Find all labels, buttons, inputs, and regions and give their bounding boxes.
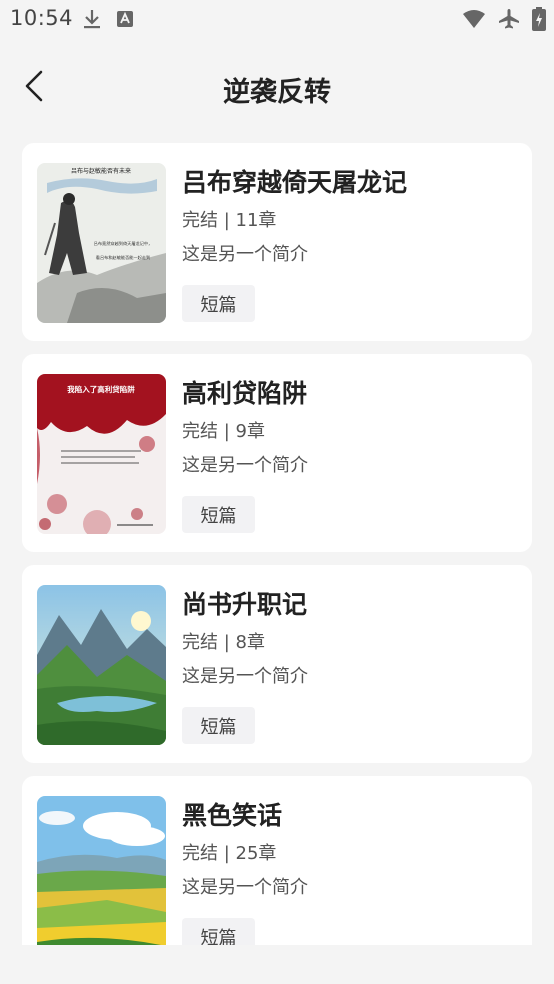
book-cover <box>37 796 166 945</box>
battery-charging-icon <box>532 7 546 31</box>
svg-text:吕布竟然穿越到倚天屠龙记中，: 吕布竟然穿越到倚天屠龙记中， <box>94 240 153 247</box>
book-title[interactable]: 尚书升职记 <box>182 585 307 621</box>
book-meta: 完结 | 25章 <box>182 843 277 864</box>
book-cover: 我陷入了高利贷陷阱 <box>37 374 166 534</box>
book-description: 这是另一个简介 <box>182 666 308 687</box>
book-meta: 完结 | 11章 <box>182 210 277 231</box>
book-meta: 完结 | 8章 <box>182 632 265 653</box>
book-title[interactable]: 黑色笑话 <box>182 796 282 832</box>
genre-tag[interactable]: 短篇 <box>182 496 255 533</box>
blood-splatter-cover: 我陷入了高利贷陷阱 <box>37 374 166 534</box>
wifi-icon <box>462 9 486 29</box>
book-list[interactable]: 吕布与赵敏能否有未来 吕布竟然穿越到倚天屠龙记中， 看吕布和赵敏能否能一起走到 … <box>22 143 532 945</box>
book-title[interactable]: 高利贷陷阱 <box>182 374 307 410</box>
book-card[interactable]: 尚书升职记 完结 | 8章 这是另一个简介 短篇 <box>22 565 532 763</box>
book-title[interactable]: 吕布穿越倚天屠龙记 <box>182 163 407 199</box>
app-bar: 逆袭反转 <box>0 56 554 116</box>
book-description: 这是另一个简介 <box>182 455 308 476</box>
airplane-mode-icon <box>498 8 520 30</box>
download-icon <box>82 8 102 30</box>
book-meta: 完结 | 9章 <box>182 421 265 442</box>
book-description: 这是另一个简介 <box>182 244 308 265</box>
book-cover: 吕布与赵敏能否有未来 吕布竟然穿越到倚天屠龙记中， 看吕布和赵敏能否能一起走到 <box>37 163 166 323</box>
book-card[interactable]: 黑色笑话 完结 | 25章 这是另一个简介 短篇 <box>22 776 532 945</box>
svg-text:看吕布和赵敏能否能一起走到: 看吕布和赵敏能否能一起走到 <box>96 254 150 261</box>
genre-tag[interactable]: 短篇 <box>182 707 255 744</box>
mountain-lake-cover <box>37 585 166 745</box>
svg-text:吕布与赵敏能否有未来: 吕布与赵敏能否有未来 <box>71 167 131 175</box>
book-card[interactable]: 我陷入了高利贷陷阱 高利贷陷阱 完结 | 9章 这是另一个简介 短篇 <box>22 354 532 552</box>
status-time: 10:54 <box>10 6 74 30</box>
book-description: 这是另一个简介 <box>182 877 308 898</box>
genre-tag[interactable]: 短篇 <box>182 285 255 322</box>
svg-text:我陷入了高利贷陷阱: 我陷入了高利贷陷阱 <box>67 384 135 394</box>
genre-tag[interactable]: 短篇 <box>182 918 255 945</box>
page-title: 逆袭反转 <box>223 77 331 108</box>
book-cover <box>37 585 166 745</box>
ink-warrior-cover: 吕布与赵敏能否有未来 吕布竟然穿越到倚天屠龙记中， 看吕布和赵敏能否能一起走到 <box>37 163 166 323</box>
book-card[interactable]: 吕布与赵敏能否有未来 吕布竟然穿越到倚天屠龙记中， 看吕布和赵敏能否能一起走到 … <box>22 143 532 341</box>
translate-icon <box>116 8 134 30</box>
status-bar: 10:54 <box>0 0 554 38</box>
countryside-fields-cover <box>37 796 166 945</box>
